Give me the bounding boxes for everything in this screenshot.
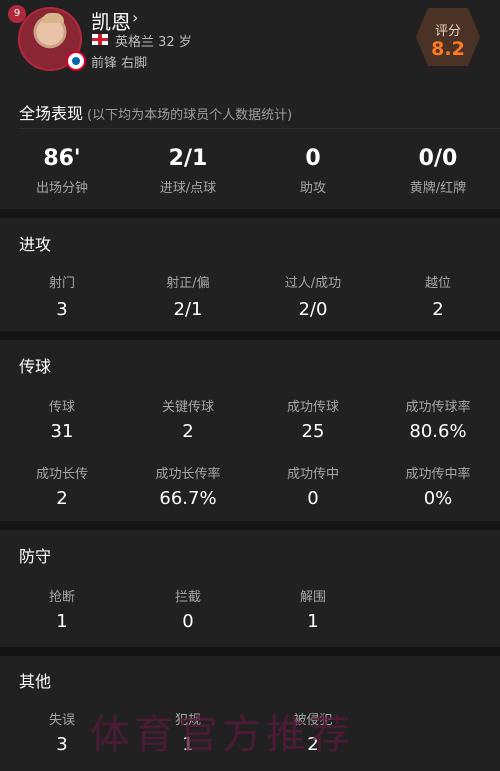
other-section: 其他 失误 3 犯规 1 被侵犯 2: [0, 656, 500, 771]
stat-value: 0/0: [418, 146, 458, 171]
stat-label: 拦截: [174, 590, 201, 605]
stat-value: 0: [182, 611, 194, 632]
section-title: 进攻: [19, 235, 52, 254]
stat-value: 2/1: [168, 146, 208, 171]
stat-value: 1: [56, 611, 68, 632]
stat-label: 成功长传: [35, 467, 88, 482]
other-stat: 犯规 1: [133, 709, 243, 755]
summary-stat-goals: 2/1 进球/点球: [133, 146, 243, 196]
attack-stat: 射正/偏 2/1: [133, 272, 243, 320]
stat-value: 1: [182, 734, 194, 755]
stat-label: 传球: [48, 400, 75, 415]
defense-stat: 抢断 1: [7, 586, 117, 632]
stat-value: 86': [43, 146, 81, 171]
rating-value: 8.2: [431, 38, 465, 60]
other-stat: 被侵犯 2: [258, 709, 368, 755]
section-title: 防守: [19, 547, 52, 566]
passing-section: 传球 传球 31 关键传球 2 成功传球 25 成功传球率 80.6% 成功长传…: [0, 340, 500, 521]
defense-section: 防守 抢断 1 拦截 0 解围 1: [0, 530, 500, 647]
stat-value: 2: [56, 488, 68, 509]
passing-stat: 成功长传 2: [7, 463, 117, 509]
section-title: 其他: [19, 672, 52, 691]
passing-stat: 成功传中率 0%: [383, 463, 493, 509]
stat-label: 关键传球: [161, 400, 214, 415]
summary-header: 全场表现 (以下均为本场的球员个人数据统计): [19, 100, 292, 124]
defense-stat: 拦截 0: [133, 586, 243, 632]
stat-value: 80.6%: [409, 421, 467, 442]
stat-label: 成功传中: [286, 467, 339, 482]
stat-label: 成功传球率: [405, 400, 471, 415]
england-flag-icon: [92, 34, 108, 45]
attack-section: 进攻 射门 3 射正/偏 2/1 过人/成功 2/0 越位 2: [0, 218, 500, 331]
divider: [19, 128, 500, 129]
attack-stat: 射门 3: [7, 272, 117, 320]
chevron-right-icon[interactable]: ›: [132, 8, 138, 27]
section-subtitle: (以下均为本场的球员个人数据统计): [87, 108, 293, 123]
stat-label: 射正/偏: [166, 276, 210, 291]
stat-value: 3: [56, 734, 68, 755]
player-position: 前锋 右脚: [91, 56, 148, 71]
stat-label: 进球/点球: [159, 181, 217, 196]
stat-label: 抢断: [48, 590, 75, 605]
stat-value: 0: [305, 146, 321, 171]
passing-stat: 成功传中 0: [258, 463, 368, 509]
stat-value: 1: [307, 611, 319, 632]
attack-stat: 过人/成功 2/0: [258, 272, 368, 320]
passing-stat: 传球 31: [7, 396, 117, 442]
section-title: 传球: [19, 357, 52, 376]
stat-value: 0: [307, 488, 319, 509]
stat-value: 31: [50, 421, 74, 442]
stat-value: 3: [56, 299, 68, 320]
stat-label: 过人/成功: [284, 276, 342, 291]
stat-value: 2/1: [173, 299, 203, 320]
passing-stat: 关键传球 2: [133, 396, 243, 442]
stat-label: 成功传中率: [405, 467, 471, 482]
stat-value: 2: [432, 299, 444, 320]
rating-label: 评分: [434, 24, 461, 39]
stat-value: 25: [301, 421, 325, 442]
stat-value: 0%: [423, 488, 453, 509]
summary-stat-cards: 0/0 黄牌/红牌: [383, 146, 493, 196]
stat-value: 2/0: [298, 299, 328, 320]
stat-label: 射门: [48, 276, 75, 291]
stat-label: 成功传球: [286, 400, 339, 415]
summary-stat-minutes: 86' 出场分钟: [7, 146, 117, 196]
stat-label: 解围: [299, 590, 326, 605]
section-title: 全场表现: [19, 104, 84, 123]
stat-label: 助攻: [299, 181, 326, 196]
rating-badge: 评分 8.2: [414, 6, 482, 68]
stat-label: 被侵犯: [293, 713, 333, 728]
attack-stat: 越位 2: [383, 272, 493, 320]
stat-label: 黄牌/红牌: [409, 181, 467, 196]
stat-value: 2: [182, 421, 194, 442]
defense-stat: 解围 1: [258, 586, 368, 632]
passing-stat: 成功传球 25: [258, 396, 368, 442]
stat-value: 66.7%: [159, 488, 217, 509]
shirt-number-badge: 9: [8, 5, 26, 23]
stat-label: 越位: [424, 276, 451, 291]
other-stat: 失误 3: [7, 709, 117, 755]
stat-label: 失误: [48, 713, 75, 728]
stat-label: 犯规: [174, 713, 201, 728]
summary-stat-assists: 0 助攻: [258, 146, 368, 196]
stat-label: 成功长传率: [155, 467, 221, 482]
avatar[interactable]: 9: [8, 5, 86, 71]
passing-stat: 成功长传率 66.7%: [133, 463, 243, 509]
summary-section: 全场表现 (以下均为本场的球员个人数据统计) 86' 出场分钟 2/1 进球/点球…: [0, 86, 500, 209]
nation-age: 英格兰 32 岁: [115, 35, 192, 50]
bayern-badge-icon: [66, 51, 86, 71]
player-header: 9 凯恩 › 英格兰 32 岁 前锋 右脚 评分 8.2: [0, 0, 500, 86]
passing-stat: 成功传球率 80.6%: [383, 396, 493, 442]
stat-label: 出场分钟: [35, 181, 88, 196]
stat-value: 2: [307, 734, 319, 755]
